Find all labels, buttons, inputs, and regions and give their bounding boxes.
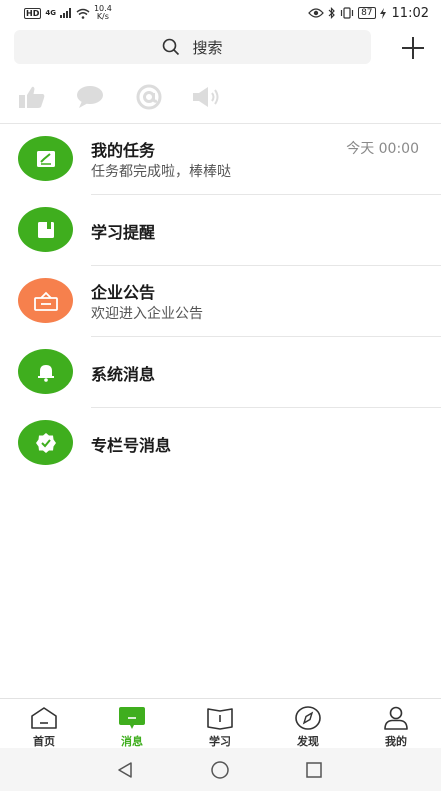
back-icon[interactable]	[113, 758, 137, 782]
nav-label: 首页	[33, 735, 55, 748]
message-item-study-reminder[interactable]: 学习提醒	[0, 195, 441, 266]
search-label: 搜索	[192, 38, 223, 57]
speaker-icon[interactable]	[192, 82, 222, 112]
compass-icon	[294, 706, 322, 730]
plus-icon	[402, 37, 424, 59]
wifi-icon	[76, 8, 90, 19]
signal-icon	[59, 8, 71, 18]
system-nav-bar	[0, 748, 441, 791]
vibrate-icon	[340, 7, 354, 19]
clock: 11:02	[391, 5, 429, 21]
like-icon[interactable]	[17, 82, 47, 112]
nav-study[interactable]: 学习	[190, 699, 250, 749]
nav-messages[interactable]: 消息	[102, 699, 162, 749]
book-icon	[206, 706, 234, 730]
home-icon	[30, 706, 58, 730]
nav-profile[interactable]: 我的	[366, 699, 426, 749]
message-icon	[118, 706, 146, 730]
message-title: 我的任务	[91, 141, 156, 160]
message-list: 我的任务 任务都完成啦，棒棒哒 今天 00:00 学习提醒 企业公告 欢迎进入企…	[0, 124, 441, 479]
messages-screen: HD 4G 10.4 K/s 87 11:02 搜索 我的任务 任务都完成啦，棒…	[0, 0, 441, 791]
user-icon	[382, 706, 410, 730]
network-type: 4G	[45, 9, 56, 17]
badge-check-icon	[18, 420, 73, 465]
message-title: 学习提醒	[91, 223, 156, 242]
eye-icon	[308, 8, 324, 18]
mention-icon[interactable]	[134, 82, 164, 112]
nav-label: 学习	[209, 735, 231, 748]
message-item-announcement[interactable]: 企业公告 欢迎进入企业公告	[0, 266, 441, 337]
net-speed-unit: K/s	[96, 12, 109, 21]
task-icon	[18, 136, 73, 181]
message-title: 专栏号消息	[91, 436, 172, 455]
recents-icon[interactable]	[302, 758, 326, 782]
search-icon	[163, 38, 180, 56]
bluetooth-icon	[328, 7, 335, 19]
message-title: 企业公告	[91, 283, 156, 302]
add-button[interactable]	[398, 33, 428, 63]
message-item-column[interactable]: 专栏号消息	[0, 408, 441, 479]
battery-level: 87	[358, 7, 376, 19]
message-item-task[interactable]: 我的任务 任务都完成啦，棒棒哒 今天 00:00	[0, 124, 441, 195]
message-title: 系统消息	[91, 365, 156, 384]
search-bar[interactable]: 搜索	[14, 30, 371, 64]
status-bar: HD 4G 10.4 K/s 87 11:02	[0, 0, 441, 26]
nav-discover[interactable]: 发现	[278, 699, 338, 749]
nav-label: 发现	[297, 735, 319, 748]
announcement-icon	[18, 278, 73, 323]
nav-label: 我的	[385, 735, 407, 748]
status-left: HD 4G 10.4 K/s	[24, 5, 112, 21]
hd-badge: HD	[24, 7, 42, 19]
quick-actions	[0, 78, 441, 116]
message-subtitle: 任务都完成啦，棒棒哒	[91, 164, 231, 180]
bottom-nav: 首页 消息 学习 发现 我的	[0, 698, 441, 748]
home-circle-icon[interactable]	[208, 758, 232, 782]
nav-label: 消息	[121, 735, 143, 748]
status-right: 87 11:02	[308, 6, 429, 21]
message-time: 今天 00:00	[346, 141, 419, 157]
nav-home[interactable]: 首页	[14, 699, 74, 749]
charging-icon	[379, 7, 386, 19]
study-reminder-icon	[18, 207, 73, 252]
net-speed: 10.4 K/s	[94, 5, 112, 21]
message-item-system[interactable]: 系统消息	[0, 337, 441, 408]
bell-icon	[18, 349, 73, 394]
comment-icon[interactable]	[75, 82, 105, 112]
message-subtitle: 欢迎进入企业公告	[91, 306, 203, 322]
